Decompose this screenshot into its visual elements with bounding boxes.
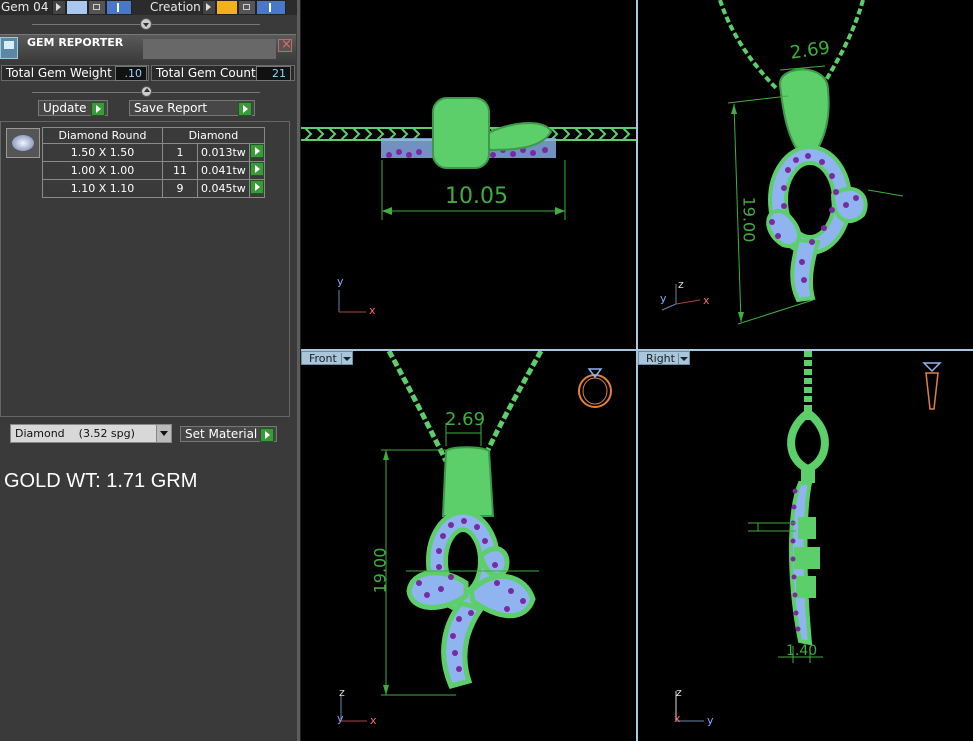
axis-label-z: z (339, 686, 345, 699)
axis-label-y: y (660, 292, 667, 305)
gem-count: 11 (162, 161, 198, 180)
axis-label-x: x (703, 294, 710, 307)
collapse-toggle-icon[interactable] (140, 18, 152, 30)
gem-weight: 0.041tw (197, 161, 250, 180)
gem-table: Diamond Round Diamond 1.50 X 1.50 1 0.01… (42, 127, 265, 198)
front-width-dimension: 2.69 (445, 409, 486, 430)
save-report-button[interactable]: Save Report (129, 100, 255, 116)
axis-label-x: x (370, 714, 377, 727)
persp-height-dimension: 19.00 (739, 196, 759, 243)
material-select[interactable]: Diamond (3.52 spg) (10, 424, 172, 443)
layer-icon (117, 3, 119, 12)
gem-size: 1.00 X 1.00 (42, 161, 163, 180)
top-width-dimension: 10.05 (445, 184, 508, 209)
creation-selector-label: Creation (150, 0, 201, 14)
lock-icon (243, 4, 250, 10)
axis-label-x: x (674, 712, 681, 725)
set-material-button[interactable]: Set Material (180, 426, 277, 442)
layer-icon (269, 3, 271, 12)
gem-lock-button[interactable] (88, 0, 106, 15)
axis-label-y: y (707, 714, 714, 727)
gem-play-button[interactable] (52, 0, 66, 15)
chevron-down-icon[interactable] (678, 353, 689, 364)
gem-selector-label: Gem 04 (1, 0, 49, 14)
material-select-value: Diamond (3.52 spg) (15, 427, 135, 440)
chevron-down-icon[interactable] (341, 353, 352, 364)
row-select-button[interactable] (248, 161, 265, 180)
play-icon (238, 102, 252, 116)
table-row[interactable]: 1.00 X 1.00 11 0.041tw (42, 161, 265, 180)
chevron-down-icon (156, 425, 171, 442)
close-button[interactable]: × (278, 37, 292, 52)
gem-size: 1.50 X 1.50 (42, 143, 163, 162)
gold-weight-readout: GOLD WT: 1.71 GRM (4, 470, 198, 492)
column-header-shape: Diamond Round (42, 127, 163, 144)
creation-color-swatch[interactable] (216, 0, 238, 15)
axis-label-y: y (337, 275, 344, 288)
play-icon (249, 144, 264, 158)
creation-layer-button[interactable] (256, 0, 286, 15)
close-icon: × (281, 37, 292, 52)
gem-reporter-panel: Gem 04 Creation GEM REPORTER × Total Gem… (0, 0, 298, 741)
viewport-right[interactable]: Right 1.40 z x y (638, 351, 973, 741)
table-row[interactable]: 1.10 X 1.10 9 0.045tw (42, 179, 265, 198)
table-row[interactable]: 1.50 X 1.50 1 0.013tw (42, 143, 265, 162)
column-header-material: Diamond (162, 127, 265, 144)
front-height-dimension: 19.00 (370, 547, 390, 594)
play-icon (206, 3, 211, 11)
update-button[interactable]: Update (38, 100, 108, 116)
axis-label-y: y (337, 712, 344, 725)
gem-color-swatch[interactable] (66, 0, 88, 15)
gem-layer-button[interactable] (106, 0, 132, 15)
viewport-perspective[interactable]: 2.69 19.00 z y x (638, 0, 973, 349)
play-icon (91, 102, 105, 116)
total-gem-weight-value: .10 (115, 66, 147, 81)
gem-count: 1 (162, 143, 198, 162)
creation-play-button[interactable] (202, 0, 216, 15)
diamond-round-icon (6, 128, 40, 158)
top-toolbar: Gem 04 Creation (0, 0, 298, 15)
play-icon (249, 180, 264, 194)
gem-reporter-titlebar: GEM REPORTER × (0, 34, 296, 61)
tab-right[interactable]: Right (638, 351, 690, 365)
play-icon (56, 3, 61, 11)
axis-label-z: z (678, 278, 684, 291)
row-select-button[interactable] (248, 143, 265, 162)
row-select-button[interactable] (248, 179, 265, 198)
gem-size: 1.10 X 1.10 (42, 179, 163, 198)
total-gem-count-value: 21 (256, 66, 291, 81)
top-view-model (301, 97, 636, 313)
ring-gumball-icon[interactable] (577, 365, 615, 411)
gem-table-header: Diamond Round Diamond (42, 127, 265, 144)
front-view-label: Front (309, 352, 337, 365)
panel-splitter[interactable] (297, 0, 300, 741)
gem-count: 9 (162, 179, 198, 198)
viewport-top[interactable]: 10.05 y x (301, 0, 636, 349)
viewport-front[interactable]: Front 2.69 19.00 z y x (301, 351, 636, 741)
gem-weight: 0.045tw (197, 179, 250, 198)
pendant-gumball-icon[interactable] (918, 359, 948, 413)
creation-lock-button[interactable] (238, 0, 256, 15)
play-icon (260, 428, 274, 442)
axis-label-z: z (676, 686, 682, 699)
lock-icon (93, 4, 100, 10)
gem-reporter-title: GEM REPORTER (27, 36, 124, 49)
panel-tab-strip (143, 39, 276, 59)
right-view-label: Right (646, 352, 675, 365)
tab-front[interactable]: Front (301, 351, 353, 365)
right-depth-dimension: 1.40 (786, 643, 818, 659)
gem-reporter-icon (0, 37, 18, 59)
collapse-toggle-icon[interactable] (141, 86, 152, 97)
axis-label-x: x (369, 304, 376, 317)
play-icon (249, 162, 264, 176)
gem-weight: 0.013tw (197, 143, 250, 162)
